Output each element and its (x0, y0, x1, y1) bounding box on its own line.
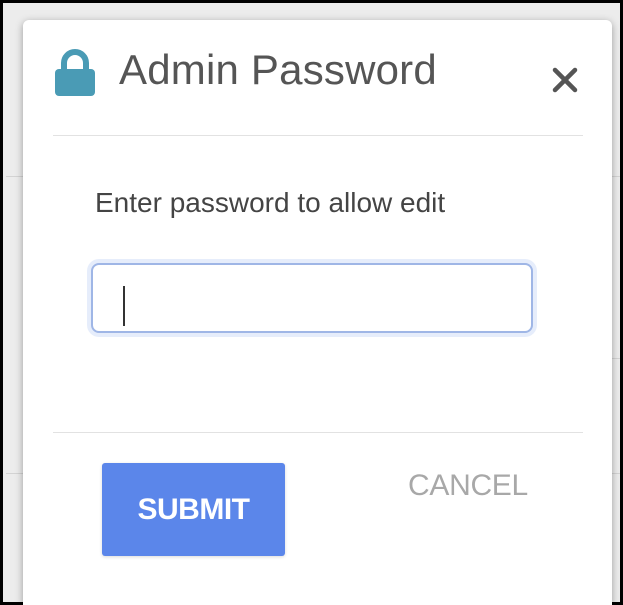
dialog-header: Admin Password (23, 20, 612, 135)
lock-icon (51, 48, 99, 96)
close-button[interactable] (549, 58, 581, 98)
background-divider (6, 473, 24, 474)
footer-divider (53, 432, 583, 433)
submit-button[interactable]: SUBMIT (102, 463, 285, 556)
close-icon (549, 67, 581, 102)
background-divider (6, 176, 24, 177)
text-cursor (123, 286, 125, 326)
header-divider (53, 135, 583, 136)
dialog-title: Admin Password (119, 46, 437, 93)
password-prompt: Enter password to allow edit (95, 187, 446, 218)
admin-password-dialog: Admin Password Enter password to allow e… (23, 20, 612, 605)
password-input[interactable] (91, 263, 533, 333)
cancel-button[interactable]: CANCEL (408, 466, 528, 506)
